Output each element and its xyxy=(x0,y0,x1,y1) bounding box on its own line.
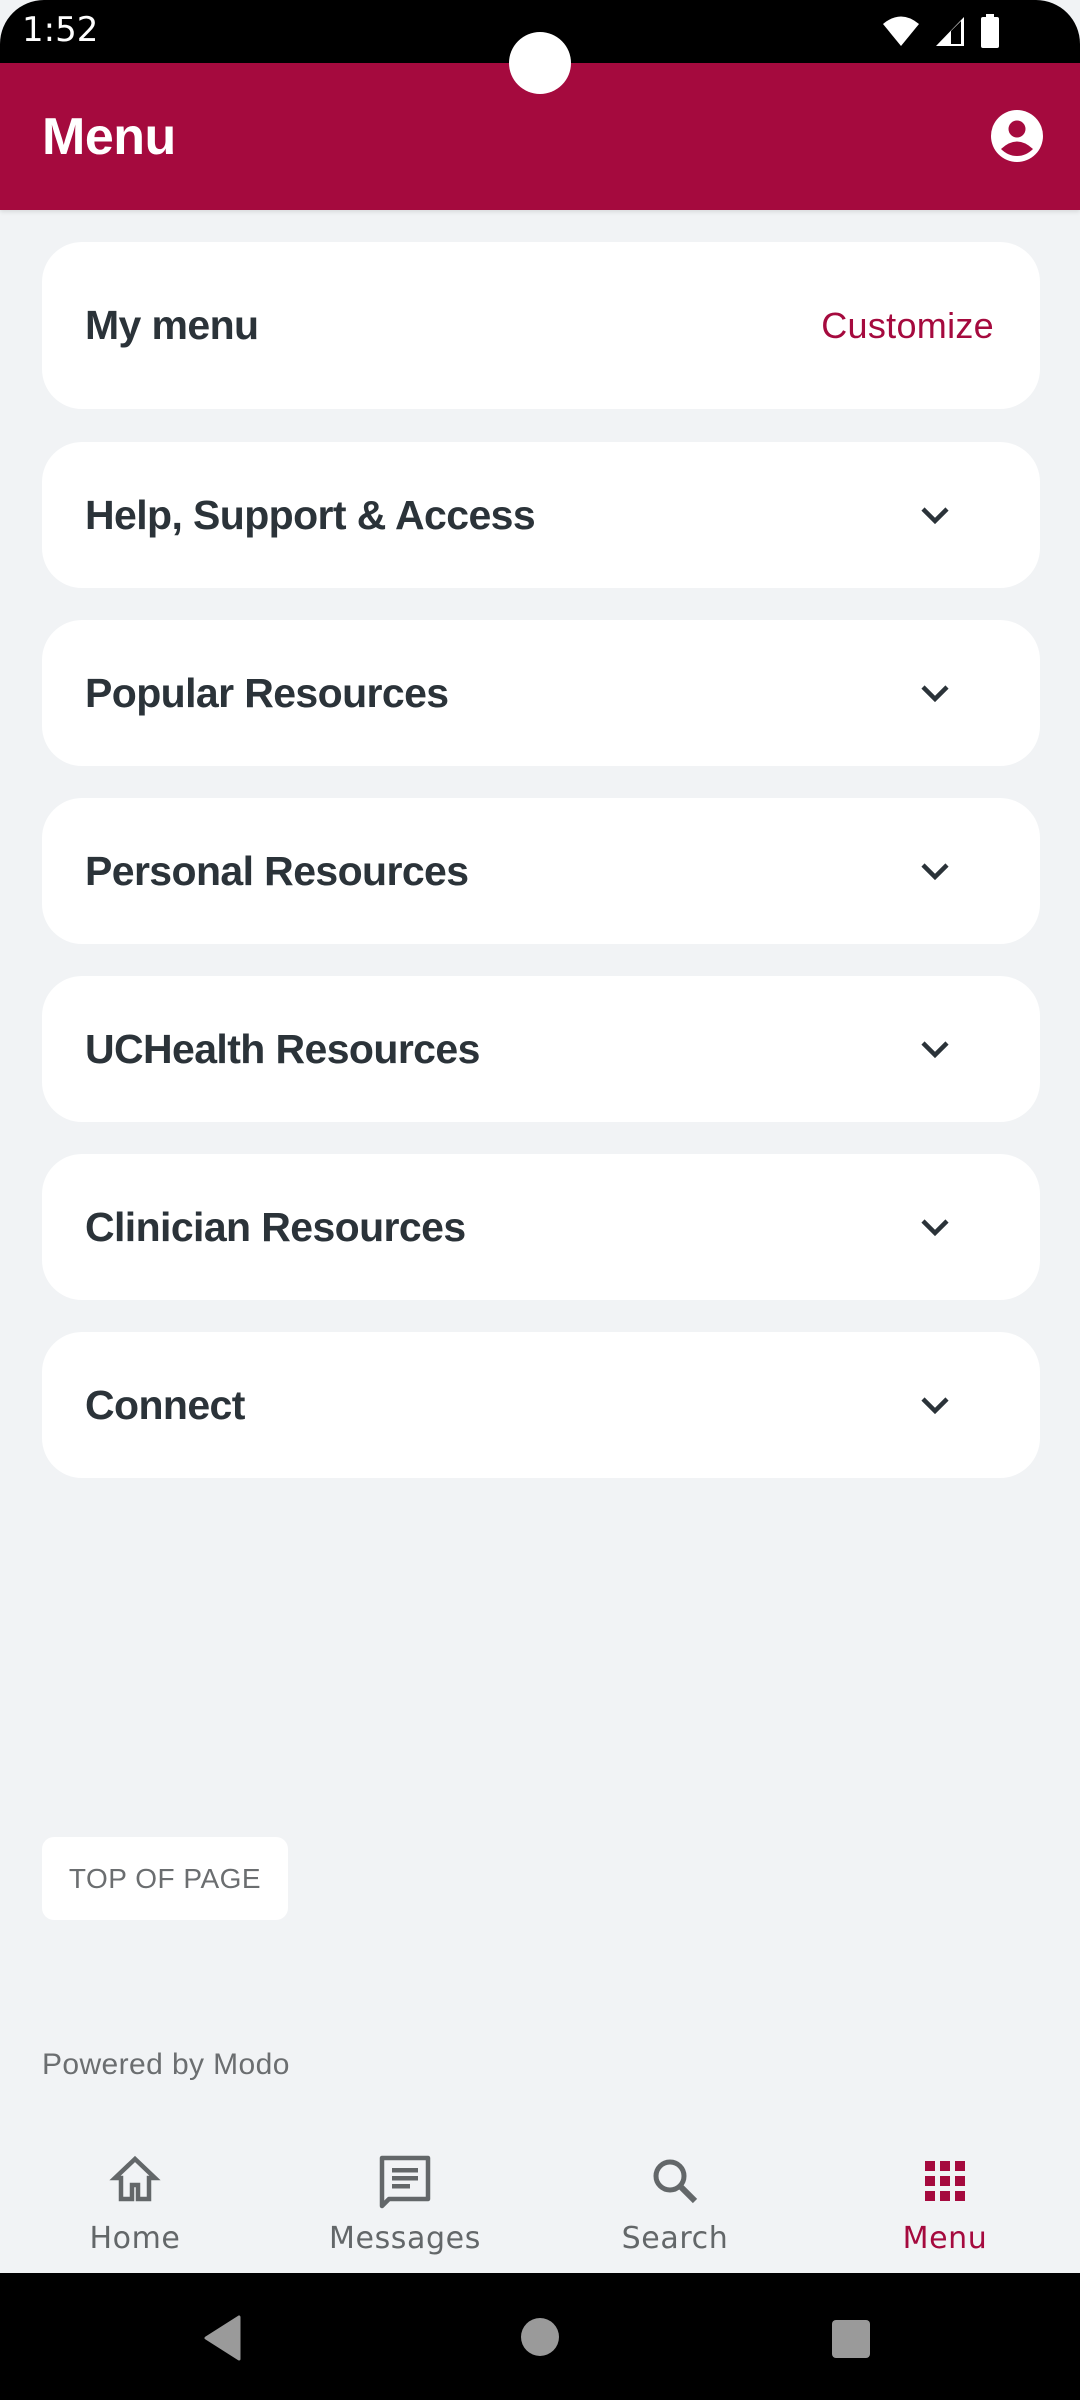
nav-item-search[interactable]: Search xyxy=(540,2130,810,2273)
nav-item-home[interactable]: Home xyxy=(0,2130,270,2273)
section-label: Personal Resources xyxy=(85,847,469,894)
my-menu-card: My menu Customize xyxy=(42,242,1040,409)
section-help-support-access[interactable]: Help, Support & Access xyxy=(42,442,1040,588)
nav-item-messages[interactable]: Messages xyxy=(270,2130,540,2273)
section-label: Clinician Resources xyxy=(85,1203,466,1250)
my-menu-title: My menu xyxy=(85,302,259,348)
account-button[interactable] xyxy=(990,109,1044,163)
section-label: UCHealth Resources xyxy=(85,1025,480,1072)
section-label: Popular Resources xyxy=(85,669,449,716)
home-icon xyxy=(109,2155,161,2202)
status-time: 1:52 xyxy=(22,10,99,50)
chevron-down-icon xyxy=(921,1041,949,1059)
chevron-down-icon xyxy=(921,1397,949,1415)
camera-cutout xyxy=(509,32,571,94)
wifi-icon xyxy=(883,16,919,46)
page-title: Menu xyxy=(42,108,176,166)
chevron-down-icon xyxy=(921,507,949,525)
back-icon[interactable] xyxy=(203,2315,243,2361)
section-label: Help, Support & Access xyxy=(85,491,536,538)
recents-icon[interactable] xyxy=(831,2319,871,2359)
chevron-down-icon xyxy=(921,863,949,881)
nav-label: Search xyxy=(621,2221,729,2256)
home-circle-icon[interactable] xyxy=(520,2317,560,2357)
bottom-nav: Home Messages Search Menu xyxy=(0,2130,1080,2273)
top-of-page-button[interactable]: TOP OF PAGE xyxy=(42,1837,288,1920)
section-uchealth-resources[interactable]: UCHealth Resources xyxy=(42,976,1040,1122)
account-circle-icon xyxy=(991,110,1043,162)
app-header: Menu xyxy=(0,32,1080,210)
chevron-down-icon xyxy=(921,1219,949,1237)
nav-label: Menu xyxy=(902,2221,988,2256)
search-icon xyxy=(653,2159,698,2204)
battery-icon xyxy=(981,14,999,48)
grid-menu-icon xyxy=(925,2161,965,2201)
section-clinician-resources[interactable]: Clinician Resources xyxy=(42,1154,1040,1300)
section-personal-resources[interactable]: Personal Resources xyxy=(42,798,1040,944)
system-nav-bar xyxy=(0,2273,1080,2400)
section-popular-resources[interactable]: Popular Resources xyxy=(42,620,1040,766)
section-label: Connect xyxy=(85,1381,245,1428)
nav-label: Home xyxy=(89,2221,181,2256)
message-icon xyxy=(379,2155,431,2209)
nav-item-menu[interactable]: Menu xyxy=(810,2130,1080,2273)
chevron-down-icon xyxy=(921,685,949,703)
cellular-signal-icon xyxy=(936,17,964,46)
customize-link[interactable]: Customize xyxy=(821,305,994,347)
section-connect[interactable]: Connect xyxy=(42,1332,1040,1478)
status-icons xyxy=(882,14,1000,48)
powered-by-text: Powered by Modo xyxy=(42,2048,290,2081)
nav-label: Messages xyxy=(329,2221,481,2256)
